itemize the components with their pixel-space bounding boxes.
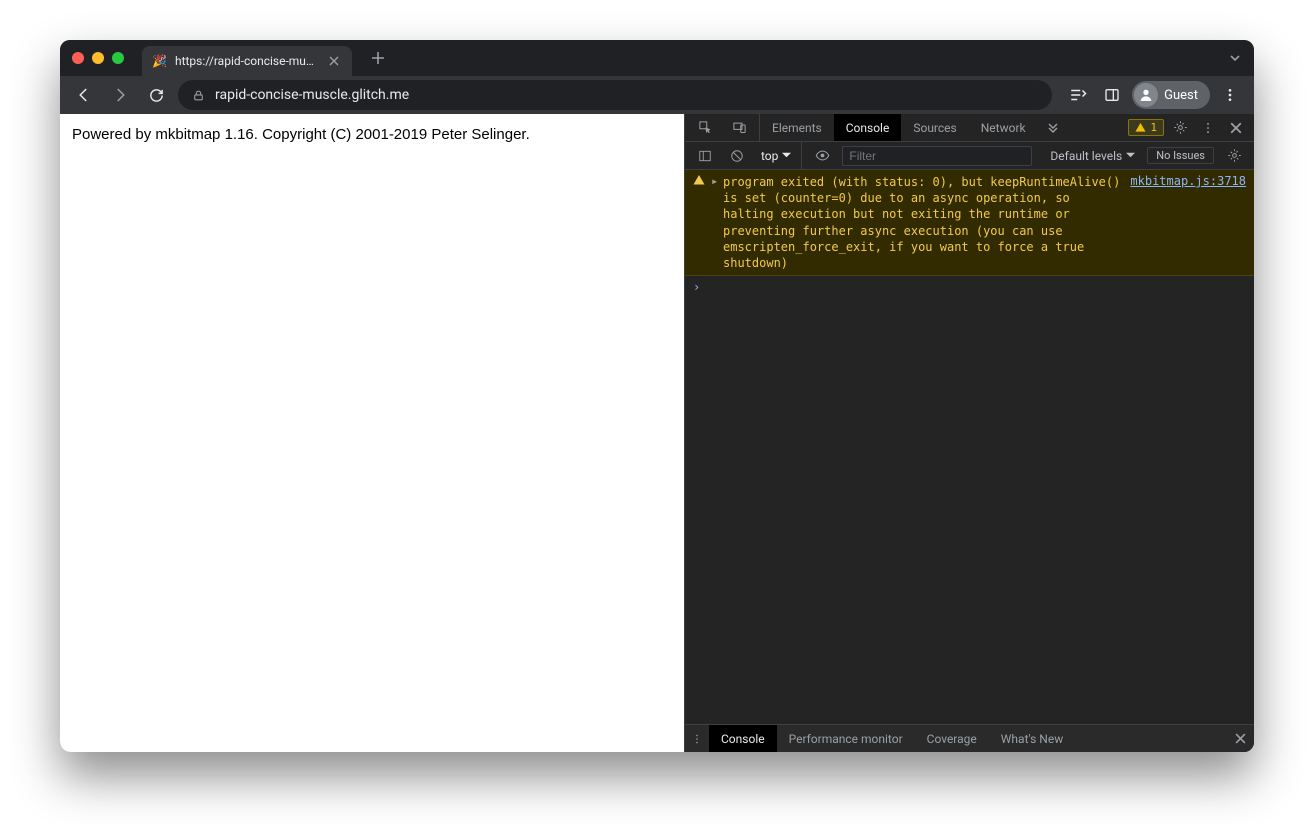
new-tab-button[interactable] bbox=[364, 44, 392, 72]
expand-caret-icon[interactable]: ▸ bbox=[711, 174, 721, 271]
drawer-close-icon[interactable] bbox=[1226, 733, 1254, 744]
lock-icon bbox=[192, 89, 205, 102]
page-viewport: Powered by mkbitmap 1.16. Copyright (C) … bbox=[60, 114, 684, 752]
avatar-icon bbox=[1134, 83, 1158, 107]
tab-search-button[interactable] bbox=[1228, 51, 1242, 65]
issues-chip[interactable]: No Issues bbox=[1147, 147, 1214, 164]
console-sidebar-toggle-icon[interactable] bbox=[693, 144, 717, 168]
console-message-text: program exited (with status: 0), but kee… bbox=[723, 174, 1120, 271]
url-text: rapid-concise-muscle.glitch.me bbox=[215, 87, 409, 103]
device-toolbar-icon[interactable] bbox=[727, 116, 751, 140]
warning-icon bbox=[693, 174, 707, 271]
drawer-tab-whats-new[interactable]: What's New bbox=[989, 725, 1075, 752]
inspect-element-icon[interactable] bbox=[693, 116, 717, 140]
live-expression-icon[interactable] bbox=[810, 144, 834, 168]
warnings-count: 1 bbox=[1150, 121, 1157, 134]
devtools-panel: Elements Console Sources Network 1 bbox=[684, 114, 1254, 752]
devtools-tab-network[interactable]: Network bbox=[969, 114, 1038, 141]
devtools-kebab-icon[interactable] bbox=[1196, 116, 1220, 140]
log-levels-selector[interactable]: Default levels bbox=[1046, 149, 1139, 163]
devtools-tab-sources[interactable]: Sources bbox=[901, 114, 968, 141]
devtools-close-icon[interactable] bbox=[1224, 116, 1248, 140]
window-close-button[interactable] bbox=[72, 52, 84, 64]
drawer-menu-icon[interactable] bbox=[685, 733, 709, 745]
tab-title: https://rapid-concise-muscle.g bbox=[175, 54, 318, 68]
back-button[interactable] bbox=[70, 81, 98, 109]
console-prompt[interactable]: › bbox=[685, 276, 1254, 298]
execution-context-label: top bbox=[761, 149, 778, 163]
tab-strip: 🎉 https://rapid-concise-muscle.g bbox=[60, 40, 1254, 76]
content-area: Powered by mkbitmap 1.16. Copyright (C) … bbox=[60, 114, 1254, 752]
drawer-tab-console[interactable]: Console bbox=[709, 725, 777, 752]
tab-close-button[interactable] bbox=[326, 53, 342, 69]
drawer-tab-coverage[interactable]: Coverage bbox=[915, 725, 989, 752]
side-panel-icon[interactable] bbox=[1098, 81, 1126, 109]
console-warning-row[interactable]: ▸ program exited (with status: 0), but k… bbox=[685, 170, 1254, 276]
devtools-tab-elements[interactable]: Elements bbox=[760, 114, 834, 141]
window-minimize-button[interactable] bbox=[92, 52, 104, 64]
address-bar[interactable]: rapid-concise-muscle.glitch.me bbox=[178, 80, 1052, 110]
profile-chip[interactable]: Guest bbox=[1132, 81, 1210, 109]
profile-label: Guest bbox=[1164, 88, 1198, 103]
console-output: ▸ program exited (with status: 0), but k… bbox=[685, 170, 1254, 724]
prompt-caret-icon: › bbox=[693, 280, 700, 294]
execution-context-selector[interactable]: top bbox=[757, 142, 802, 169]
warnings-badge[interactable]: 1 bbox=[1128, 119, 1164, 136]
browser-toolbar: rapid-concise-muscle.glitch.me Guest bbox=[60, 76, 1254, 114]
browser-tab[interactable]: 🎉 https://rapid-concise-muscle.g bbox=[142, 46, 352, 76]
drawer-tab-performance-monitor[interactable]: Performance monitor bbox=[777, 725, 915, 752]
traffic-lights bbox=[72, 52, 124, 64]
console-source-link[interactable]: mkbitmap.js:3718 bbox=[1130, 174, 1246, 271]
log-levels-label: Default levels bbox=[1050, 149, 1122, 163]
console-filter-input[interactable] bbox=[842, 146, 1032, 166]
devtools-tab-bar: Elements Console Sources Network 1 bbox=[685, 114, 1254, 142]
window-zoom-button[interactable] bbox=[112, 52, 124, 64]
console-toolbar: top Default levels No Issues bbox=[685, 142, 1254, 170]
page-text: Powered by mkbitmap 1.16. Copyright (C) … bbox=[72, 126, 672, 143]
reload-button[interactable] bbox=[142, 81, 170, 109]
browser-menu-button[interactable] bbox=[1216, 81, 1244, 109]
devtools-tab-console[interactable]: Console bbox=[834, 114, 902, 141]
devtools-more-tabs[interactable] bbox=[1038, 121, 1068, 135]
clear-console-icon[interactable] bbox=[725, 144, 749, 168]
devtools-settings-icon[interactable] bbox=[1168, 116, 1192, 140]
devtools-drawer: Console Performance monitor Coverage Wha… bbox=[685, 724, 1254, 752]
browser-window: 🎉 https://rapid-concise-muscle.g bbox=[60, 40, 1254, 752]
forward-button[interactable] bbox=[106, 81, 134, 109]
media-controls-icon[interactable] bbox=[1064, 81, 1092, 109]
tab-favicon: 🎉 bbox=[152, 54, 167, 68]
console-settings-icon[interactable] bbox=[1222, 144, 1246, 168]
